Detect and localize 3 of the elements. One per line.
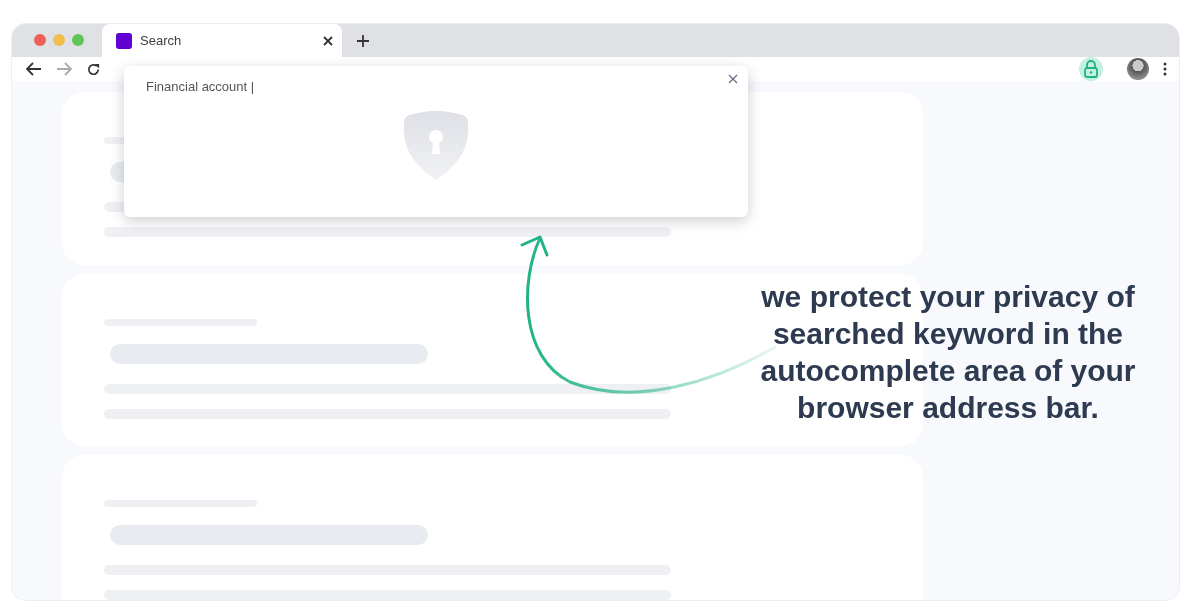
browser-tab[interactable]: Search — [102, 24, 342, 57]
privacy-message: we protect your privacy of searched keyword in the autocomplete area of your browser address bar. — [759, 279, 1137, 426]
search-input-field[interactable]: Financial account | — [146, 77, 708, 95]
